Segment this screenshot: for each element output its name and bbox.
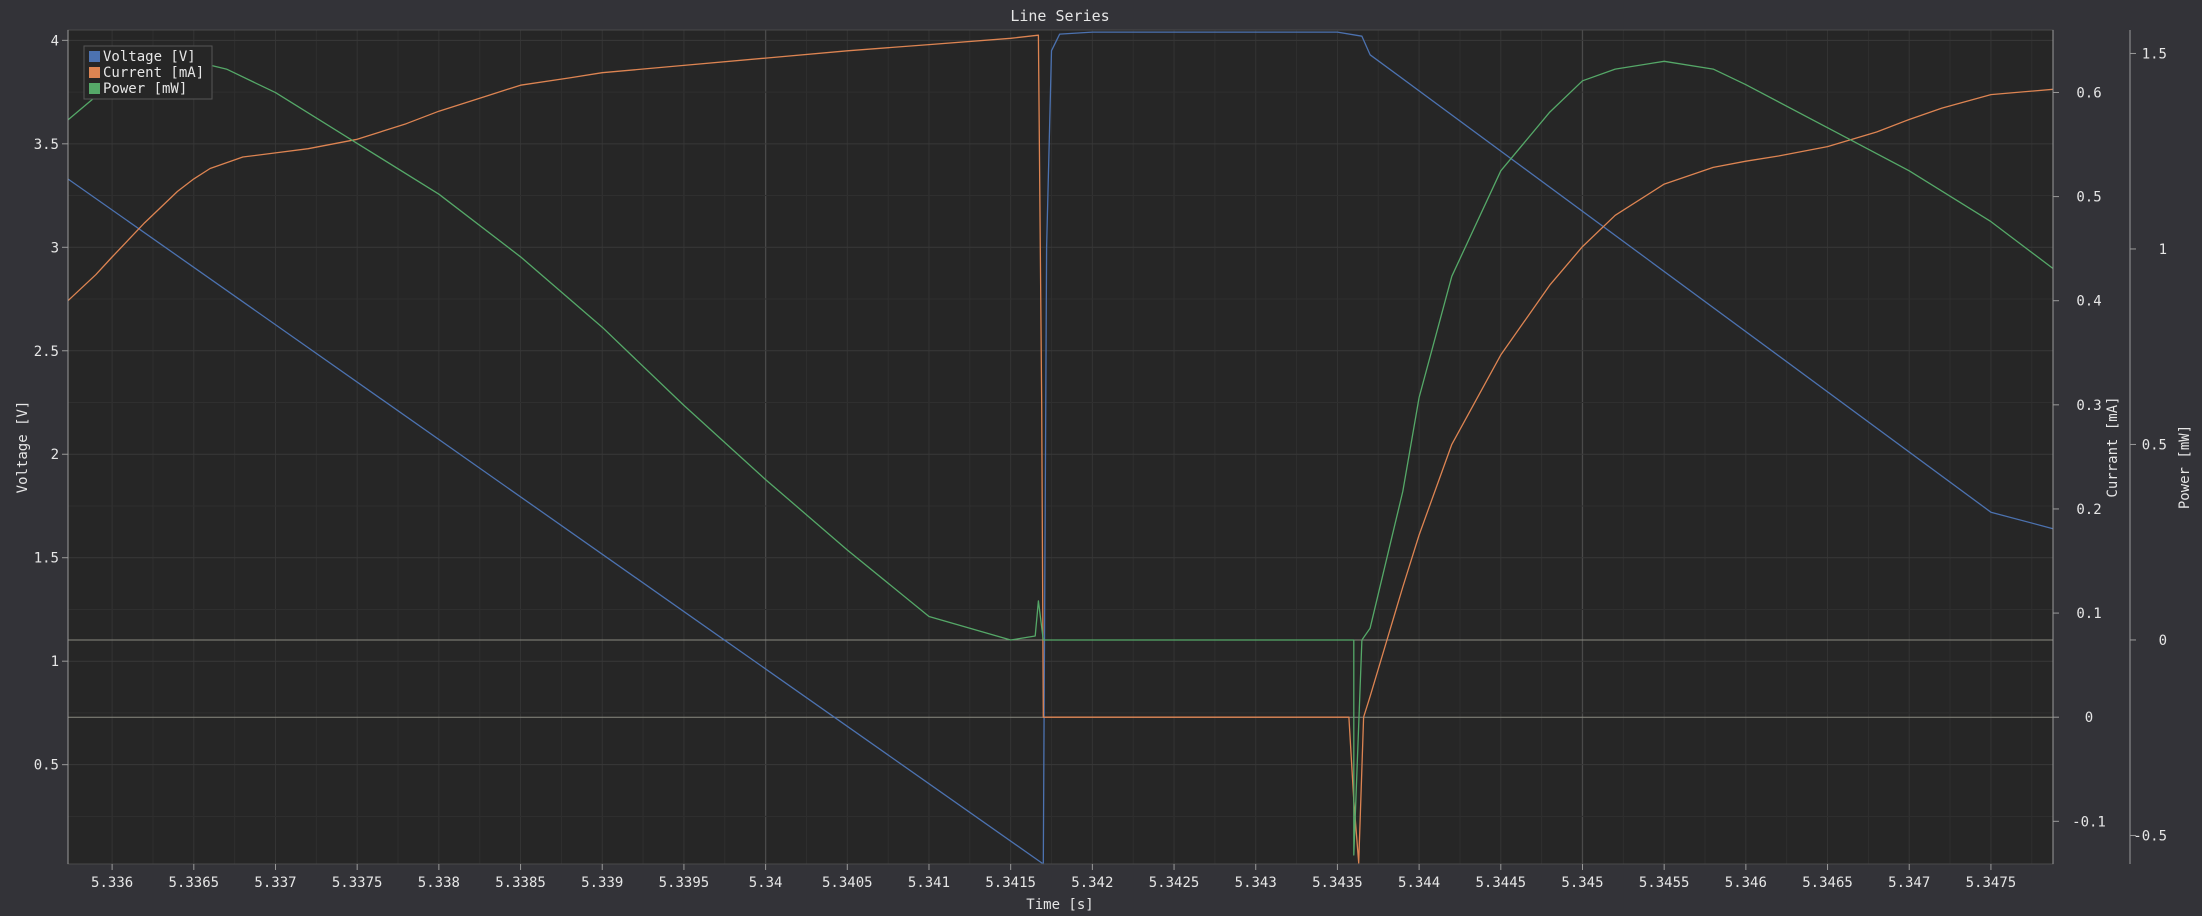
current-tick-label: 0.5 (2076, 190, 2101, 206)
x-tick-label: 5.346 (1725, 875, 1767, 891)
legend-entry[interactable]: Voltage [V] (103, 49, 196, 65)
x-tick-label: 5.338 (418, 875, 460, 891)
chart-title: Line Series (1010, 7, 1109, 25)
legend-entry[interactable]: Power [mW] (103, 81, 187, 97)
x-tick-label: 5.344 (1398, 875, 1440, 891)
legend-swatch (89, 67, 100, 78)
power-tick-label: 1.5 (2142, 46, 2167, 62)
x-tick-label: 5.3365 (169, 875, 220, 891)
line-series-chart: 5.336 5.3365 5.337 5.3375 5.338 5.3385 5.339 5.… (0, 0, 2202, 916)
x-tick-label: 5.341 (908, 875, 950, 891)
x-tick-label: 5.3445 (1476, 875, 1527, 891)
power-tick-label: 0.5 (2142, 437, 2167, 453)
x-tick-label: 5.342 (1071, 875, 1113, 891)
legend-swatch (89, 83, 100, 94)
voltage-tick-label: 3 (51, 240, 59, 256)
power-tick-label: 1 (2159, 242, 2167, 258)
legend-entry[interactable]: Current [mA] (103, 65, 204, 81)
current-tick-label: 0 (2085, 710, 2093, 726)
legend[interactable]: Voltage [V]Current [mA]Power [mW] (83, 45, 213, 100)
current-axis-label: Currant [mA] (2105, 396, 2121, 497)
x-tick-label: 5.3425 (1149, 875, 1200, 891)
power-axis-label: Power [mW] (2177, 425, 2193, 509)
voltage-tick-label: 1 (51, 654, 59, 670)
x-tick-label: 5.3395 (659, 875, 710, 891)
x-tick-label: 5.34 (749, 875, 783, 891)
x-tick-label: 5.345 (1561, 875, 1603, 891)
voltage-tick-label: 1.5 (34, 551, 59, 567)
x-axis-label: Time [s] (1026, 897, 1093, 913)
x-tick-label: 5.336 (91, 875, 133, 891)
x-tick-label: 5.343 (1235, 875, 1277, 891)
x-tick-label: 5.3465 (1802, 875, 1853, 891)
voltage-tick-label: 2.5 (34, 344, 59, 360)
x-tick-label: 5.347 (1888, 875, 1930, 891)
current-tick-label: 0.3 (2076, 398, 2101, 414)
current-tick-label: -0.1 (2072, 814, 2106, 830)
current-tick-label: 0.2 (2076, 502, 2101, 518)
x-tick-label: 5.3475 (1966, 875, 2017, 891)
current-tick-label: 0.6 (2076, 85, 2101, 101)
power-tick-label: 0 (2159, 633, 2167, 649)
x-tick-label: 5.3385 (495, 875, 546, 891)
voltage-tick-label: 3.5 (34, 137, 59, 153)
current-tick-label: 0.1 (2076, 606, 2101, 622)
x-tick-label: 5.3375 (332, 875, 383, 891)
voltage-tick-label: 2 (51, 447, 59, 463)
power-tick-label: -0.5 (2133, 828, 2167, 844)
legend-swatch (89, 51, 100, 62)
x-tick-label: 5.339 (581, 875, 623, 891)
voltage-tick-label: 4 (51, 33, 59, 49)
current-tick-label: 0.4 (2076, 294, 2101, 310)
voltage-axis-label: Voltage [V] (15, 401, 31, 494)
x-tick-label: 5.3415 (985, 875, 1036, 891)
voltage-tick-label: 0.5 (34, 758, 59, 774)
x-tick-label: 5.3455 (1639, 875, 1690, 891)
plot-area[interactable] (68, 30, 2053, 864)
x-tick-label: 5.3405 (822, 875, 873, 891)
x-tick-label: 5.3435 (1312, 875, 1363, 891)
x-tick-label: 5.337 (254, 875, 296, 891)
